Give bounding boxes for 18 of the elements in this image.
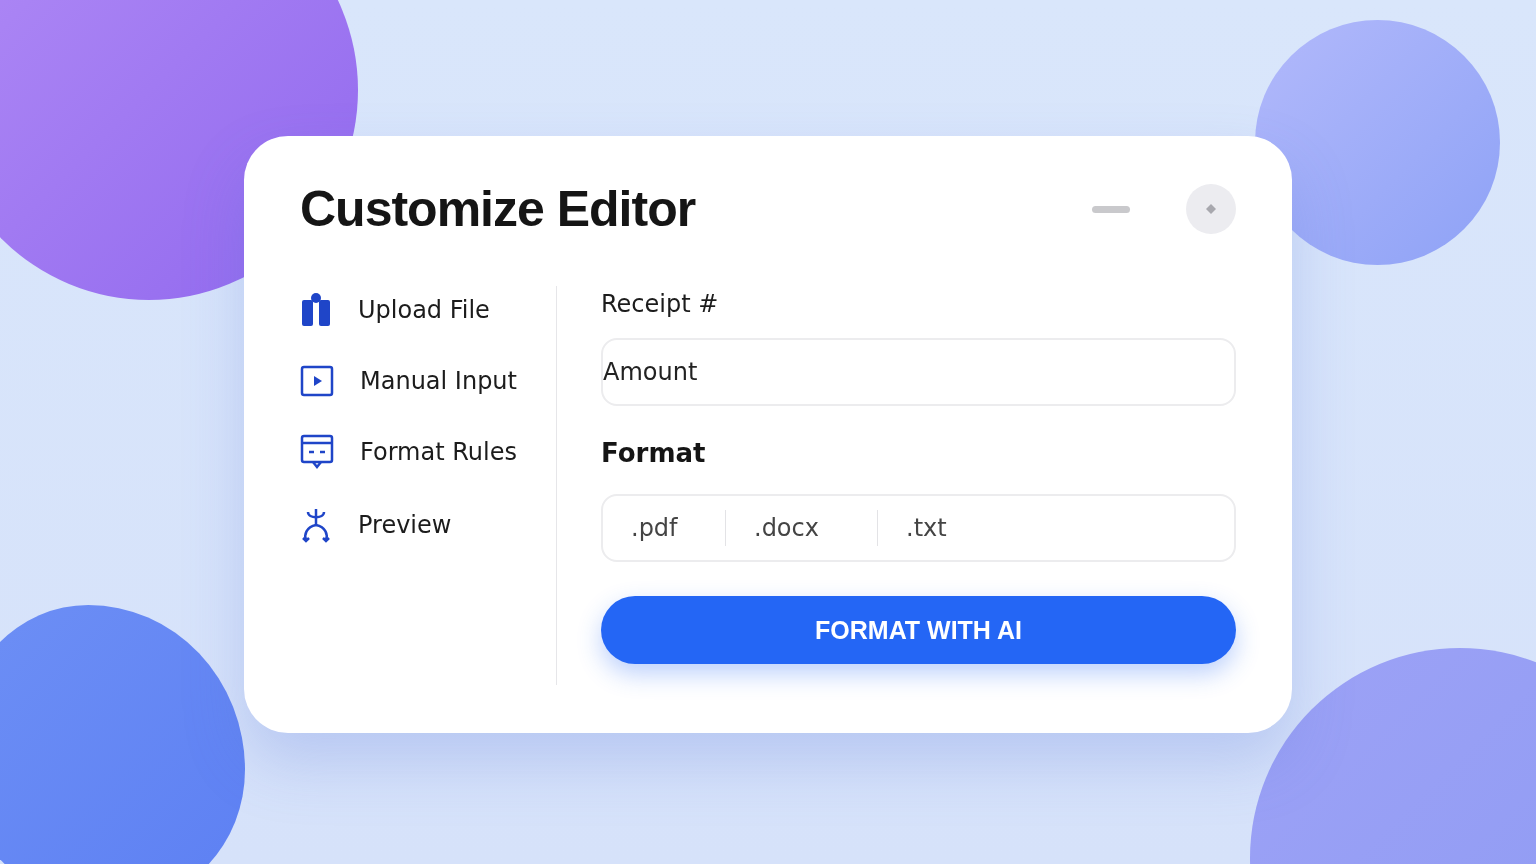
amount-field[interactable]: Amount — [601, 338, 1236, 406]
format-option[interactable]: .docx — [726, 510, 878, 546]
sidebar-item[interactable]: Format Rules — [360, 438, 517, 466]
comment-icon — [300, 434, 334, 470]
sidebar-item[interactable]: Upload File — [358, 296, 490, 324]
format-button[interactable]: FORMAT WITH AI — [601, 596, 1236, 664]
sidebar-item[interactable]: Preview — [358, 511, 452, 539]
diamond-icon — [1206, 204, 1216, 214]
play-icon — [300, 365, 334, 397]
sidebar-item[interactable]: Manual Input — [360, 367, 517, 395]
format-option[interactable]: .txt — [878, 510, 1028, 546]
minimize-button[interactable] — [1092, 205, 1130, 213]
section-label: Format — [601, 438, 707, 468]
dialog-title: Customize Editor — [300, 180, 697, 238]
bag-icon — [300, 292, 332, 328]
field-label: Receipt # — [601, 290, 720, 318]
format-option[interactable]: .pdf — [603, 510, 726, 546]
round-button[interactable] — [1186, 184, 1236, 234]
